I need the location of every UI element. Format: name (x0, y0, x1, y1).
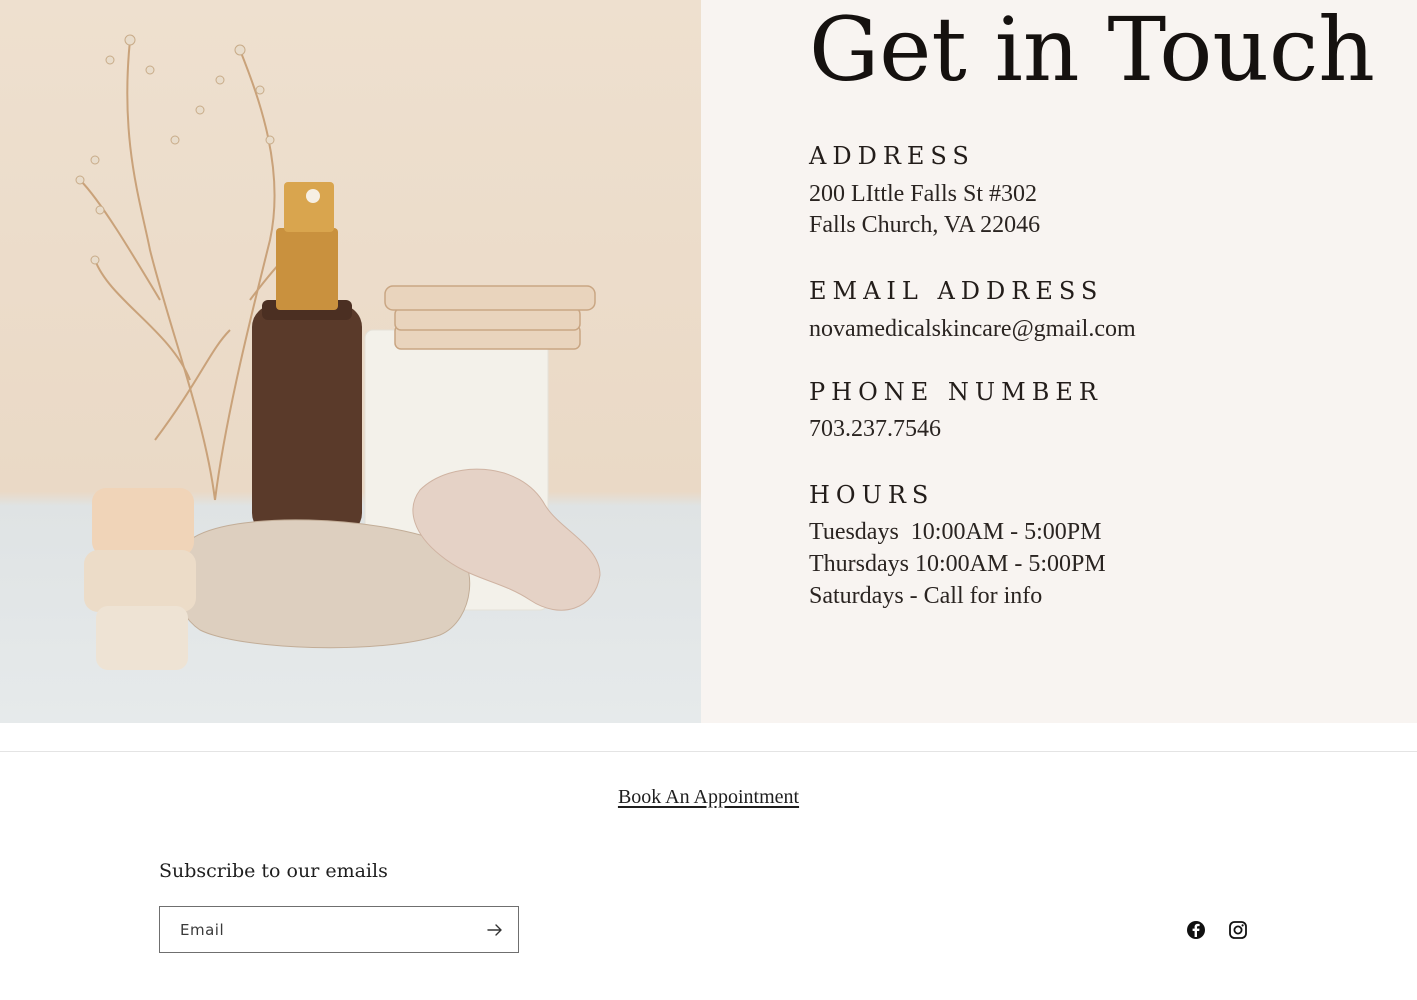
facebook-icon[interactable] (1186, 920, 1206, 940)
arrow-right-icon[interactable] (484, 919, 506, 941)
address-label: ADDRESS (809, 142, 975, 170)
book-appointment-link[interactable]: Book An Appointment (618, 786, 799, 808)
hero-section (0, 0, 1417, 723)
page-title: Get in Touch (809, 0, 1375, 101)
hours-line: Saturdays - Call for info (809, 583, 1043, 609)
product-photo (0, 0, 701, 723)
email-input[interactable] (160, 907, 470, 952)
subscribe-heading: Subscribe to our emails (159, 860, 388, 882)
address-line-1: 200 LIttle Falls St #302 (809, 181, 1037, 207)
email-subscribe-form (159, 906, 519, 953)
phone-value: 703.237.7546 (809, 416, 941, 442)
footer-divider (0, 751, 1417, 752)
email-label: EMAIL ADDRESS (809, 277, 1104, 305)
address-line-2: Falls Church, VA 22046 (809, 212, 1041, 238)
instagram-icon[interactable] (1228, 920, 1248, 940)
book-appointment-row: Book An Appointment (0, 786, 1417, 809)
hours-line: Thursdays 10:00AM - 5:00PM (809, 551, 1106, 577)
skincare-products-illustration (75, 34, 601, 670)
email-value: novamedicalskincare@gmail.com (809, 316, 1136, 342)
contact-panel (701, 0, 1417, 723)
hours-label: HOURS (809, 481, 935, 509)
hours-line: Tuesdays 10:00AM - 5:00PM (809, 519, 1102, 545)
phone-label: PHONE NUMBER (809, 378, 1103, 406)
